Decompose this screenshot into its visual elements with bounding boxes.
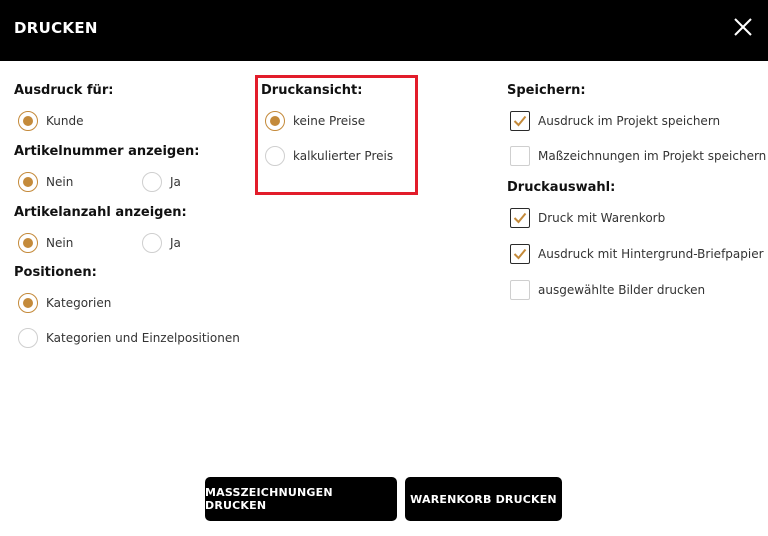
radio-indicator[interactable] xyxy=(18,111,38,131)
radio-nein-label: Nein xyxy=(46,236,74,250)
artikelnummer-label: Artikelnummer anzeigen: xyxy=(14,144,200,159)
radio-indicator[interactable] xyxy=(18,328,38,348)
radio-indicator[interactable] xyxy=(265,111,285,131)
checkbox-ausdruck-speichern[interactable]: Ausdruck im Projekt speichern xyxy=(510,111,720,131)
warenkorb-drucken-button[interactable]: WARENKORB DRUCKEN xyxy=(405,477,562,521)
checkbox-bilder-drucken[interactable]: ausgewählte Bilder drucken xyxy=(510,280,705,300)
checkbox-indicator[interactable] xyxy=(510,208,530,228)
ausdruck-fuer-label: Ausdruck für: xyxy=(14,83,114,98)
checkbox-druck-warenkorb-label: Druck mit Warenkorb xyxy=(538,211,666,225)
masszeichnungen-drucken-button[interactable]: MASSZEICHNUNGEN DRUCKEN xyxy=(205,477,397,521)
radio-indicator[interactable] xyxy=(18,172,38,192)
dialog-header: DRUCKEN xyxy=(0,0,768,61)
radio-indicator[interactable] xyxy=(142,233,162,253)
checkmark-icon xyxy=(513,248,527,260)
radio-kategorien-einzel[interactable]: Kategorien und Einzelpositionen xyxy=(18,328,240,348)
radio-ja-label: Ja xyxy=(170,236,181,250)
checkmark-icon xyxy=(513,212,527,224)
radio-artikelnummer-nein[interactable]: Nein xyxy=(18,172,73,192)
checkbox-bilder-drucken-label: ausgewählte Bilder drucken xyxy=(538,283,706,297)
checkbox-briefpapier-label: Ausdruck mit Hintergrund-Briefpapier xyxy=(538,247,764,261)
radio-indicator[interactable] xyxy=(18,293,38,313)
radio-kunde-label: Kunde xyxy=(46,114,84,128)
radio-indicator[interactable] xyxy=(142,172,162,192)
radio-kategorien-einzel-label: Kategorien und Einzelpositionen xyxy=(46,331,240,345)
checkbox-indicator[interactable] xyxy=(510,111,530,131)
checkbox-indicator[interactable] xyxy=(510,280,530,300)
radio-nein-label: Nein xyxy=(46,175,74,189)
druckansicht-label: Druckansicht: xyxy=(261,83,363,98)
radio-kategorien[interactable]: Kategorien xyxy=(18,293,111,313)
checkbox-ausdruck-speichern-label: Ausdruck im Projekt speichern xyxy=(538,114,721,128)
checkbox-masszeichnungen-speichern[interactable]: Maßzeichnungen im Projekt speichern xyxy=(510,146,766,166)
dialog-title: DRUCKEN xyxy=(14,19,98,37)
speichern-label: Speichern: xyxy=(507,83,586,98)
druckauswahl-label: Druckauswahl: xyxy=(507,180,616,195)
checkbox-masszeichnungen-speichern-label: Maßzeichnungen im Projekt speichern xyxy=(538,149,767,163)
radio-kunde[interactable]: Kunde xyxy=(18,111,83,131)
radio-keine-preise[interactable]: keine Preise xyxy=(265,111,365,131)
radio-keine-preise-label: keine Preise xyxy=(293,114,366,128)
checkbox-briefpapier[interactable]: Ausdruck mit Hintergrund-Briefpapier xyxy=(510,244,764,264)
artikelanzahl-label: Artikelanzahl anzeigen: xyxy=(14,205,187,220)
radio-indicator[interactable] xyxy=(265,146,285,166)
radio-artikelanzahl-nein[interactable]: Nein xyxy=(18,233,73,253)
checkmark-icon xyxy=(513,115,527,127)
radio-kalkulierter-preis[interactable]: kalkulierter Preis xyxy=(265,146,393,166)
checkbox-druck-warenkorb[interactable]: Druck mit Warenkorb xyxy=(510,208,665,228)
radio-kalkulierter-preis-label: kalkulierter Preis xyxy=(293,149,394,163)
radio-artikelnummer-ja[interactable]: Ja xyxy=(142,172,181,192)
radio-kategorien-label: Kategorien xyxy=(46,296,112,310)
radio-artikelanzahl-ja[interactable]: Ja xyxy=(142,233,181,253)
checkbox-indicator[interactable] xyxy=(510,244,530,264)
radio-ja-label: Ja xyxy=(170,175,181,189)
close-icon[interactable] xyxy=(732,16,754,38)
radio-indicator[interactable] xyxy=(18,233,38,253)
positionen-label: Positionen: xyxy=(14,265,97,280)
checkbox-indicator[interactable] xyxy=(510,146,530,166)
